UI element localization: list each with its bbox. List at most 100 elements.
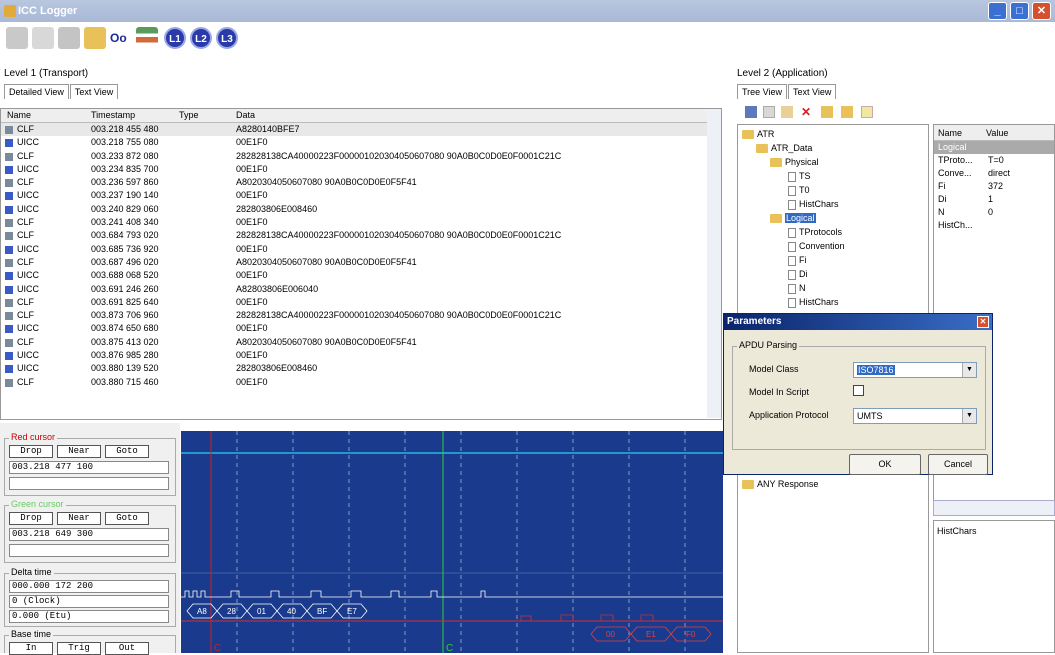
col-data[interactable]: Data: [236, 110, 255, 120]
property-row[interactable]: HistCh...: [934, 219, 1054, 232]
copy-icon[interactable]: [763, 106, 775, 118]
table-row[interactable]: UICC 003.874 650 680 00E1F0: [1, 322, 721, 335]
property-row[interactable]: N0: [934, 206, 1054, 219]
table-row[interactable]: UICC 003.237 190 140 00E1F0: [1, 189, 721, 202]
property-row[interactable]: Conve... direct: [934, 167, 1054, 180]
table-row[interactable]: UICC 003.240 829 060 282803806E008460: [1, 203, 721, 216]
tree-list-icon[interactable]: [136, 27, 158, 49]
tree-node-any-response[interactable]: ANY Response: [742, 479, 818, 490]
cancel-button[interactable]: Cancel: [928, 454, 988, 475]
red-cursor-value[interactable]: 003.218 477 100: [9, 461, 169, 474]
tree-node-ts[interactable]: TS: [788, 171, 811, 182]
base-time-group: Base time In Trig Out: [4, 629, 176, 655]
table-row[interactable]: CLF 003.233 872 080 282828138CA40000223F00…: [1, 150, 721, 163]
tab-text-view-right[interactable]: Text View: [788, 84, 837, 99]
table-row[interactable]: CLF 003.241 408 340 00E1F0: [1, 216, 721, 229]
table-row[interactable]: CLF 003.687 496 020 A8020304050607080 90A0…: [1, 256, 721, 269]
red-drop-button[interactable]: Drop: [9, 445, 53, 458]
delta-time-clock[interactable]: 0 (Clock): [9, 595, 169, 608]
level3-button[interactable]: L3: [216, 27, 238, 49]
green-drop-button[interactable]: Drop: [9, 512, 53, 525]
tree-node-histchars-2[interactable]: HistChars: [788, 297, 839, 308]
property-rows: Logical TProto... T=0 Conve... direct Fi 372 Di…: [934, 141, 1054, 232]
open-folder-icon-2[interactable]: [841, 106, 853, 118]
tree-node-n[interactable]: N: [788, 283, 806, 294]
table-row[interactable]: UICC 003.234 835 700 00E1F0: [1, 163, 721, 176]
open-folder-icon[interactable]: [84, 27, 106, 49]
waveform-view[interactable]: A8 28 01 40 BF E7 00 E1 F0 C C: [181, 431, 723, 653]
table-row[interactable]: UICC 003.876 985 280 00E1F0: [1, 349, 721, 362]
table-row[interactable]: UICC 003.880 139 520 282803806E008460: [1, 362, 721, 375]
red-goto-button[interactable]: Goto: [105, 445, 149, 458]
folder-icon: [756, 144, 768, 154]
application-protocol-select[interactable]: UMTS ▼: [853, 408, 977, 424]
col-name[interactable]: Name: [7, 110, 31, 120]
base-out-button[interactable]: Out: [105, 642, 149, 655]
level2-title: Level 2 (Application): [737, 68, 828, 79]
table-row[interactable]: UICC 003.685 736 920 00E1F0: [1, 243, 721, 256]
paste-icon[interactable]: [781, 106, 793, 118]
level1-button[interactable]: L1: [164, 27, 186, 49]
tree-node-fi[interactable]: Fi: [788, 255, 807, 266]
base-in-button[interactable]: In: [9, 642, 53, 655]
tab-tree-view[interactable]: Tree View: [737, 84, 788, 99]
table-row[interactable]: CLF 003.236 597 860 A8020304050607080 90A0…: [1, 176, 721, 189]
tree-node-atr[interactable]: ATR: [742, 129, 774, 140]
tree-node-t0[interactable]: T0: [788, 185, 810, 196]
table-row[interactable]: CLF 003.684 793 020 282828138CA40000223F00…: [1, 229, 721, 242]
row-data: 00E1F0: [236, 163, 268, 174]
table-row[interactable]: CLF 003.875 413 020 A8020304050607080 90A0…: [1, 336, 721, 349]
prop-col-name[interactable]: Name: [938, 128, 962, 138]
close-button[interactable]: ✕: [1032, 2, 1051, 20]
property-row[interactable]: Di 1: [934, 193, 1054, 206]
table-row[interactable]: CLF 003.691 825 640 00E1F0: [1, 296, 721, 309]
tree-node-histchars[interactable]: HistChars: [788, 199, 839, 210]
table-row[interactable]: UICC 003.688 068 520 00E1F0: [1, 269, 721, 282]
green-near-button[interactable]: Near: [57, 512, 101, 525]
col-timestamp[interactable]: Timestamp: [91, 110, 135, 120]
maximize-button[interactable]: □: [1010, 2, 1029, 20]
tree-node-convention[interactable]: Convention: [788, 241, 845, 252]
tree-node-di[interactable]: Di: [788, 269, 808, 280]
save-icon[interactable]: [58, 27, 80, 49]
table-row[interactable]: CLF 003.218 455 480 A8280140BFE7: [1, 123, 721, 137]
delta-time-etu[interactable]: 0.000 (Etu): [9, 610, 169, 623]
cut-icon[interactable]: [745, 106, 757, 118]
base-trig-button[interactable]: Trig: [57, 642, 101, 655]
table-row[interactable]: UICC 003.218 755 080 00E1F0: [1, 136, 721, 149]
delta-time-seconds[interactable]: 000.000 172 200: [9, 580, 169, 593]
green-cursor-field[interactable]: [9, 544, 169, 557]
new-icon[interactable]: [6, 27, 28, 49]
red-cursor-field[interactable]: [9, 477, 169, 490]
tab-text-view[interactable]: Text View: [69, 84, 119, 99]
table-row[interactable]: UICC 003.691 246 260 A82803806E006040: [1, 283, 721, 296]
prop-col-value[interactable]: Value: [986, 128, 1008, 138]
level2-button[interactable]: L2: [190, 27, 212, 49]
property-row[interactable]: Fi 372: [934, 180, 1054, 193]
ok-button[interactable]: OK: [849, 454, 921, 475]
add-node-icon[interactable]: [821, 106, 833, 118]
oo-icon[interactable]: Oo: [110, 27, 132, 49]
green-goto-button[interactable]: Goto: [105, 512, 149, 525]
tree-node-physical[interactable]: Physical: [770, 157, 819, 168]
table-row[interactable]: CLF 003.873 706 960 282828138CA40000223F00…: [1, 309, 721, 322]
tree-node-logical[interactable]: Logical: [770, 213, 816, 224]
dialog-close-icon[interactable]: ✕: [977, 316, 989, 328]
red-near-button[interactable]: Near: [57, 445, 101, 458]
delete-icon[interactable]: ✕: [801, 106, 813, 118]
pin-icon[interactable]: [32, 27, 54, 49]
model-in-script-checkbox[interactable]: [853, 385, 864, 396]
new-doc-icon[interactable]: [861, 106, 873, 118]
property-hscrollbar[interactable]: [933, 500, 1055, 516]
table-row[interactable]: CLF 003.880 715 460 00E1F0: [1, 376, 721, 389]
model-class-select[interactable]: ISO7816 ▼: [853, 362, 977, 378]
tree-node-atr-data[interactable]: ATR_Data: [756, 143, 812, 154]
green-cursor-value[interactable]: 003.218 649 300: [9, 528, 169, 541]
col-type[interactable]: Type: [179, 110, 199, 120]
table-scrollbar[interactable]: [707, 110, 721, 418]
minimize-button[interactable]: _: [988, 2, 1007, 20]
tab-detailed-view[interactable]: Detailed View: [4, 84, 69, 99]
property-row[interactable]: TProto... T=0: [934, 154, 1054, 167]
property-row[interactable]: Logical: [934, 141, 1054, 154]
tree-node-tprotocols[interactable]: TProtocols: [788, 227, 842, 238]
